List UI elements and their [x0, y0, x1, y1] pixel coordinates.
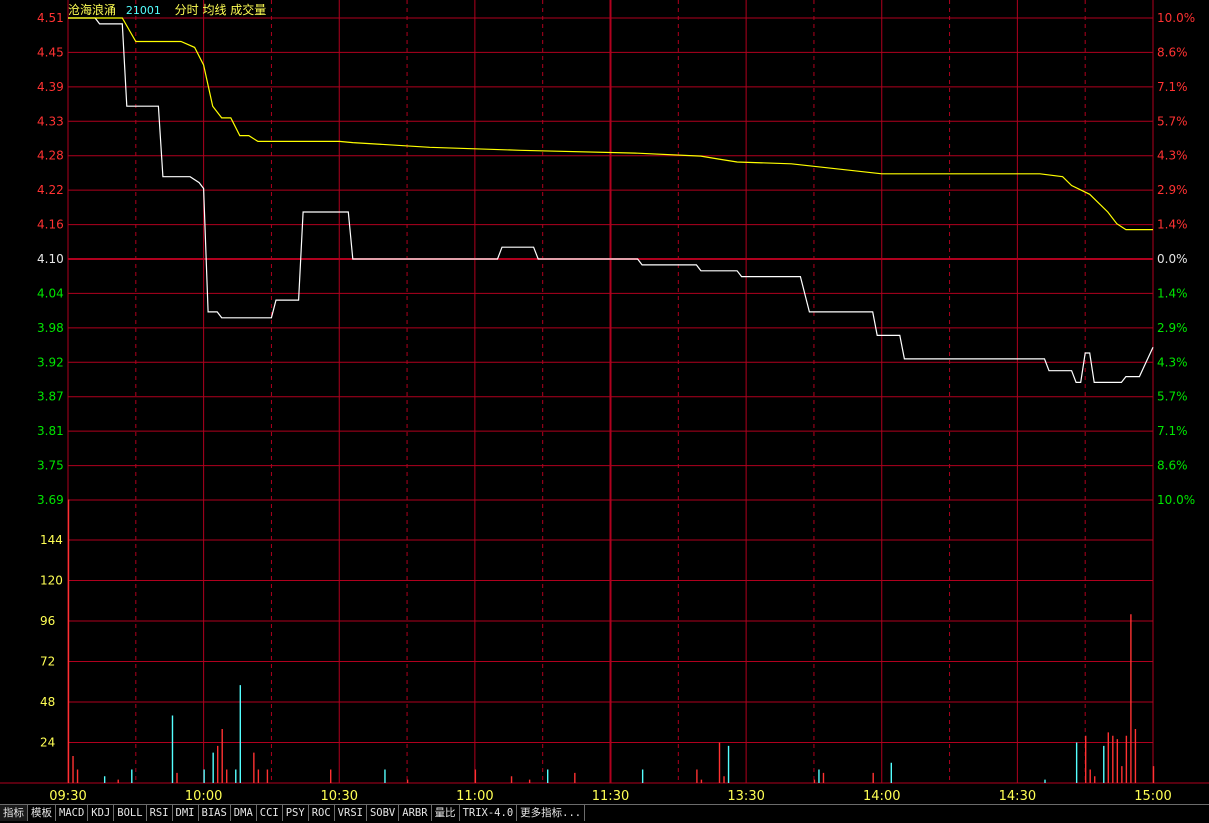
time-tick-label: 10:30 — [321, 789, 358, 804]
price-tick-label: 3.87 — [37, 390, 64, 404]
percent-tick-label: 5.7% — [1157, 390, 1188, 404]
percent-tick-label: 8.6% — [1157, 45, 1188, 59]
percent-tick-label: 8.6% — [1157, 459, 1188, 473]
stock-code: 21001 — [125, 4, 161, 17]
chart-background — [0, 0, 1209, 804]
time-tick-label: 14:30 — [999, 789, 1036, 804]
indicator-tab[interactable]: 更多指标... — [517, 805, 586, 821]
indicator-tab[interactable]: KDJ — [88, 805, 115, 821]
price-tick-label: 4.16 — [37, 218, 64, 232]
price-tick-label: 4.33 — [37, 114, 64, 128]
indicator-tab[interactable]: ARBR — [399, 805, 432, 821]
indicator-tab[interactable]: 模板 — [28, 805, 56, 821]
indicator-tab[interactable]: CCI — [257, 805, 283, 821]
time-tick-label: 14:00 — [863, 789, 900, 804]
volume-tick-label: 144 — [40, 533, 63, 547]
indicator-tab[interactable]: MACD — [56, 805, 89, 821]
percent-tick-label: 5.7% — [1157, 114, 1188, 128]
price-tick-label: 3.98 — [37, 321, 64, 335]
price-tick-label: 3.92 — [37, 355, 64, 369]
percent-tick-label: 10.0% — [1157, 11, 1195, 25]
indicator-tab[interactable]: DMI — [173, 805, 199, 821]
indicator-tab[interactable]: DMA — [231, 805, 257, 821]
percent-tick-label: 2.9% — [1157, 321, 1188, 335]
intraday-chart[interactable]: 4.51 10.0% 4.45 8.6% 4.39 7.1% 4.33 5.7% 4.28 4.3… — [0, 0, 1209, 804]
price-tick-label: 4.10 — [37, 252, 64, 266]
percent-tick-label: 7.1% — [1157, 80, 1188, 94]
time-tick-label: 11:30 — [592, 789, 629, 804]
time-tick-label: 13:30 — [727, 789, 764, 804]
indicator-tab[interactable]: BIAS — [199, 805, 231, 821]
chart-header: 沧海浪涌 21001 分时 均线 成交量 — [68, 2, 266, 19]
price-tick-label: 3.81 — [37, 424, 64, 438]
volume-tick-label: 48 — [40, 695, 55, 709]
volume-tick-label: 120 — [40, 574, 63, 588]
time-tick-label: 09:30 — [49, 789, 86, 804]
indicator-tab[interactable]: VRSI — [335, 805, 367, 821]
percent-tick-label: 10.0% — [1157, 493, 1195, 507]
indicator-tab[interactable]: TRIX-4.0 — [460, 805, 518, 821]
volume-tick-label: 96 — [40, 614, 55, 628]
indicator-tab[interactable]: SOBV — [367, 805, 400, 821]
price-tick-label: 4.28 — [37, 149, 64, 163]
percent-tick-label: 0.0% — [1157, 252, 1188, 266]
indicator-tab[interactable]: ROC — [309, 805, 335, 821]
indicator-toolbar: 指标 模板 MACD KDJ BOLL RSI DMI BIAS DMA CCI PSY ROC VRS… — [0, 804, 1209, 823]
price-tick-label: 4.04 — [37, 286, 64, 300]
price-tick-label: 4.51 — [37, 11, 64, 25]
time-tick-label: 10:00 — [185, 789, 222, 804]
volume-tick-label: 72 — [40, 655, 55, 669]
indicator-tab[interactable]: BOLL — [114, 805, 147, 821]
percent-tick-label: 7.1% — [1157, 424, 1188, 438]
percent-tick-label: 4.3% — [1157, 149, 1188, 163]
price-tick-label: 4.45 — [37, 45, 64, 59]
indicator-tab[interactable]: 量比 — [432, 805, 460, 821]
chart-legend: 分时 均线 成交量 — [174, 3, 267, 17]
price-tick-label: 4.22 — [37, 183, 64, 197]
volume-tick-label: 24 — [40, 736, 55, 750]
price-tick-label: 4.39 — [37, 80, 64, 94]
indicator-tab[interactable]: 指标 — [0, 805, 28, 821]
indicator-tab[interactable]: RSI — [147, 805, 173, 821]
price-tick-label: 3.75 — [37, 459, 64, 473]
indicator-tab[interactable]: PSY — [283, 805, 309, 821]
stock-name: 沧海浪涌 — [68, 3, 117, 17]
percent-tick-label: 4.3% — [1157, 355, 1188, 369]
percent-tick-label: 1.4% — [1157, 286, 1188, 300]
price-tick-label: 3.69 — [37, 493, 64, 507]
percent-tick-label: 1.4% — [1157, 218, 1188, 232]
time-tick-label: 15:00 — [1134, 789, 1171, 804]
time-tick-label: 11:00 — [456, 789, 493, 804]
percent-tick-label: 2.9% — [1157, 183, 1188, 197]
